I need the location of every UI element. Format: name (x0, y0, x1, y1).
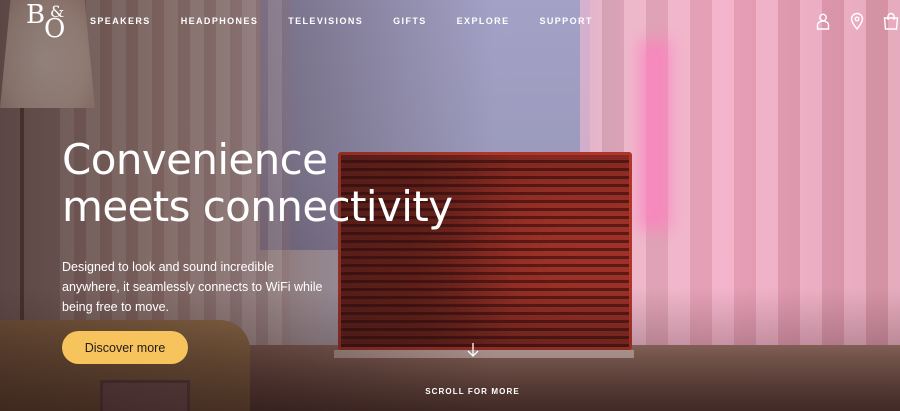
description-line-1: Designed to look and sound incredible (62, 260, 274, 274)
store-location-icon[interactable] (848, 12, 866, 30)
nav-item-speakers[interactable]: SPEAKERS (90, 16, 151, 26)
headline-line-1: Convenience (62, 135, 328, 184)
hero-banner: B & O SPEAKERS HEADPHONES TELEVISIONS GI… (0, 0, 900, 411)
hero-description: Designed to look and sound incredible an… (62, 257, 332, 317)
nav-item-televisions[interactable]: TELEVISIONS (288, 16, 363, 26)
header-icons (814, 12, 900, 30)
logo-letter-o: O (44, 14, 66, 44)
nav-item-explore[interactable]: EXPLORE (457, 16, 510, 26)
discover-more-button[interactable]: Discover more (62, 331, 188, 364)
headline-line-2: meets connectivity (62, 182, 453, 231)
hero-headline: Convenience meets connectivity (62, 135, 453, 231)
logo-letter-b: B (26, 0, 46, 30)
nav-item-headphones[interactable]: HEADPHONES (181, 16, 259, 26)
shopping-bag-icon[interactable] (882, 12, 900, 30)
main-nav: SPEAKERS HEADPHONES TELEVISIONS GIFTS EX… (90, 16, 623, 26)
nav-item-support[interactable]: SUPPORT (539, 16, 592, 26)
description-line-3: being free to move. (62, 300, 170, 314)
brand-logo[interactable]: B & O (26, 2, 72, 44)
scroll-down-arrow-icon[interactable] (466, 342, 480, 358)
description-line-2: anywhere, it seamlessly connects to WiFi… (62, 280, 323, 294)
account-icon[interactable] (814, 12, 832, 30)
site-header: B & O SPEAKERS HEADPHONES TELEVISIONS GI… (0, 0, 900, 44)
nav-item-gifts[interactable]: GIFTS (393, 16, 427, 26)
scroll-for-more-link[interactable]: SCROLL FOR MORE (0, 387, 900, 396)
